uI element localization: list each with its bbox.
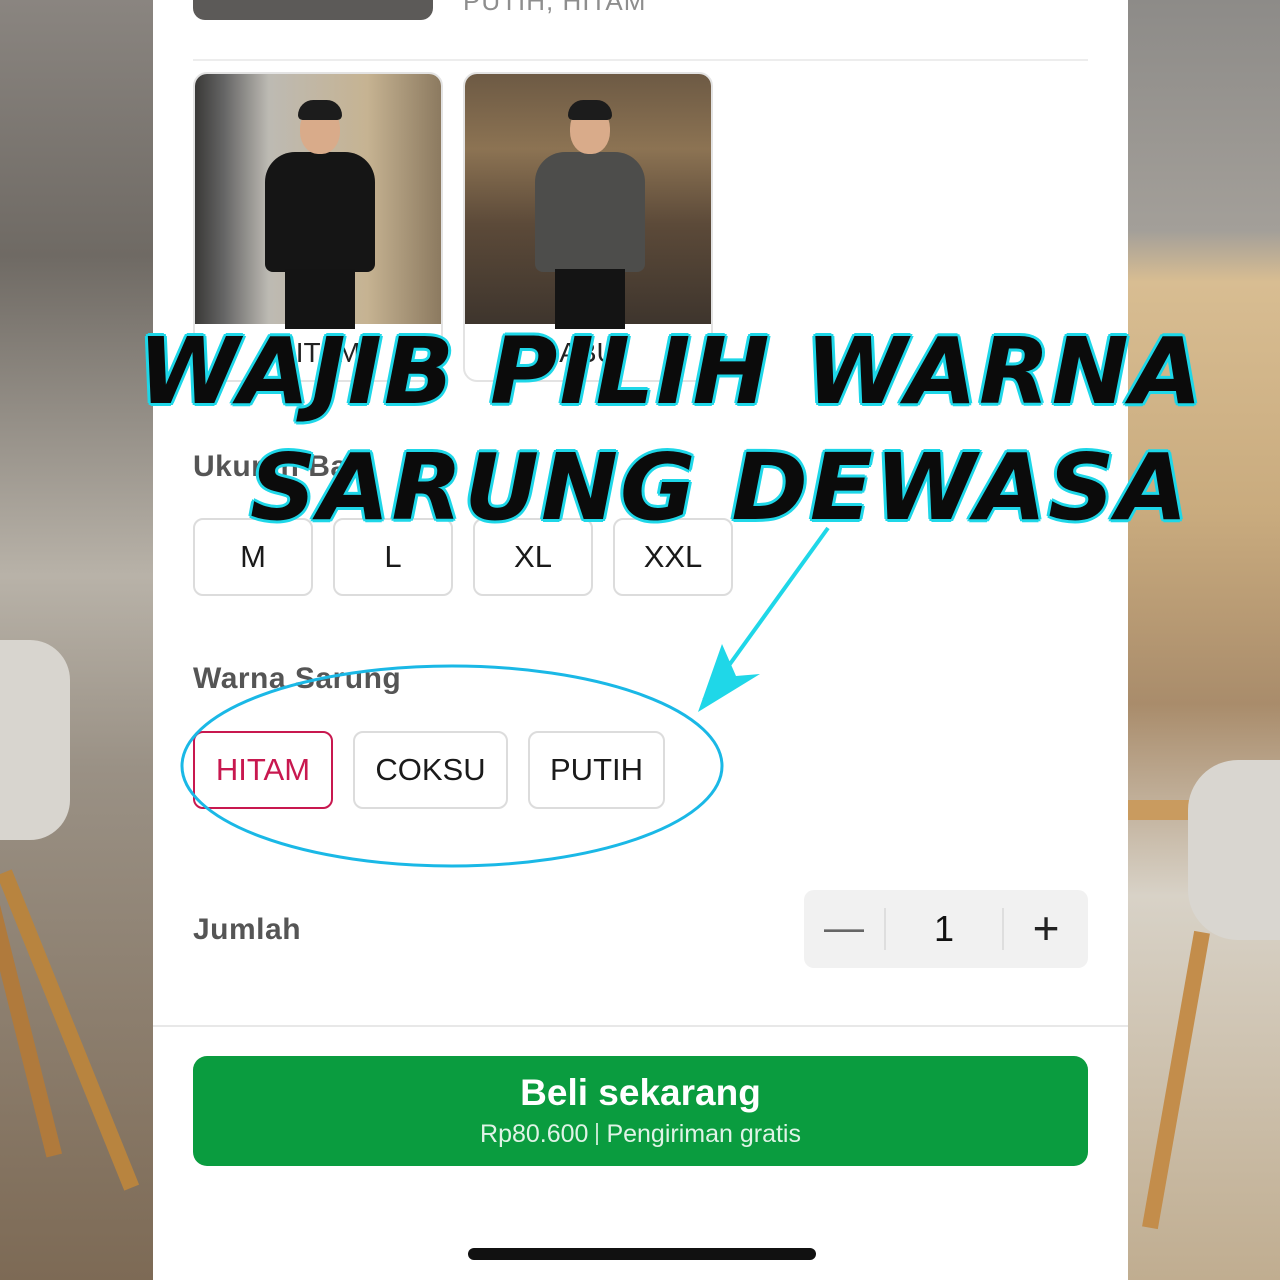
divider: [596, 1123, 599, 1145]
plus-icon[interactable]: +: [1004, 890, 1088, 968]
quantity-label: Jumlah: [193, 913, 302, 946]
color-option-coksu[interactable]: COKSU: [353, 731, 508, 809]
buy-now-button[interactable]: Beli sekarang Rp80.600 Pengiriman gratis: [193, 1056, 1088, 1166]
overlay-heading-line1: WAJIB PILIH WARNA: [138, 318, 1204, 425]
divider: [193, 59, 1088, 61]
color-option-putih[interactable]: PUTIH: [528, 731, 665, 809]
price-text: Rp80.600: [480, 1120, 589, 1148]
variant-photo: [195, 74, 441, 329]
buy-button-subtitle: Rp80.600 Pengiriman gratis: [193, 1120, 1088, 1149]
quantity-value[interactable]: 1: [886, 890, 1002, 968]
product-options-sheet: PUTIH, HITAM HITAM ABU Ukuran Baju M L X…: [153, 0, 1128, 1280]
divider: [153, 1025, 1128, 1027]
shipping-text: Pengiriman gratis: [606, 1120, 801, 1148]
background-chair: [0, 640, 70, 840]
model-figure: [265, 100, 375, 329]
minus-icon[interactable]: —: [804, 890, 884, 968]
background-photo-right: [1128, 0, 1280, 1280]
buy-button-title: Beli sekarang: [520, 1072, 761, 1113]
background-chair: [1188, 760, 1280, 940]
variant-photo: [465, 74, 711, 329]
variant-summary-label: PUTIH, HITAM: [463, 0, 647, 16]
background-photo-left: [0, 0, 154, 1280]
overlay-heading-line2: SARUNG DEWASA: [250, 434, 1190, 541]
color-section-label: Warna Sarung: [193, 662, 402, 695]
model-figure: [535, 100, 645, 329]
background-chair-leg: [1142, 930, 1210, 1230]
variant-thumbnail[interactable]: [193, 0, 433, 20]
quantity-stepper: — 1 +: [804, 890, 1088, 968]
color-option-hitam[interactable]: HITAM: [193, 731, 333, 809]
home-indicator: [468, 1248, 816, 1260]
